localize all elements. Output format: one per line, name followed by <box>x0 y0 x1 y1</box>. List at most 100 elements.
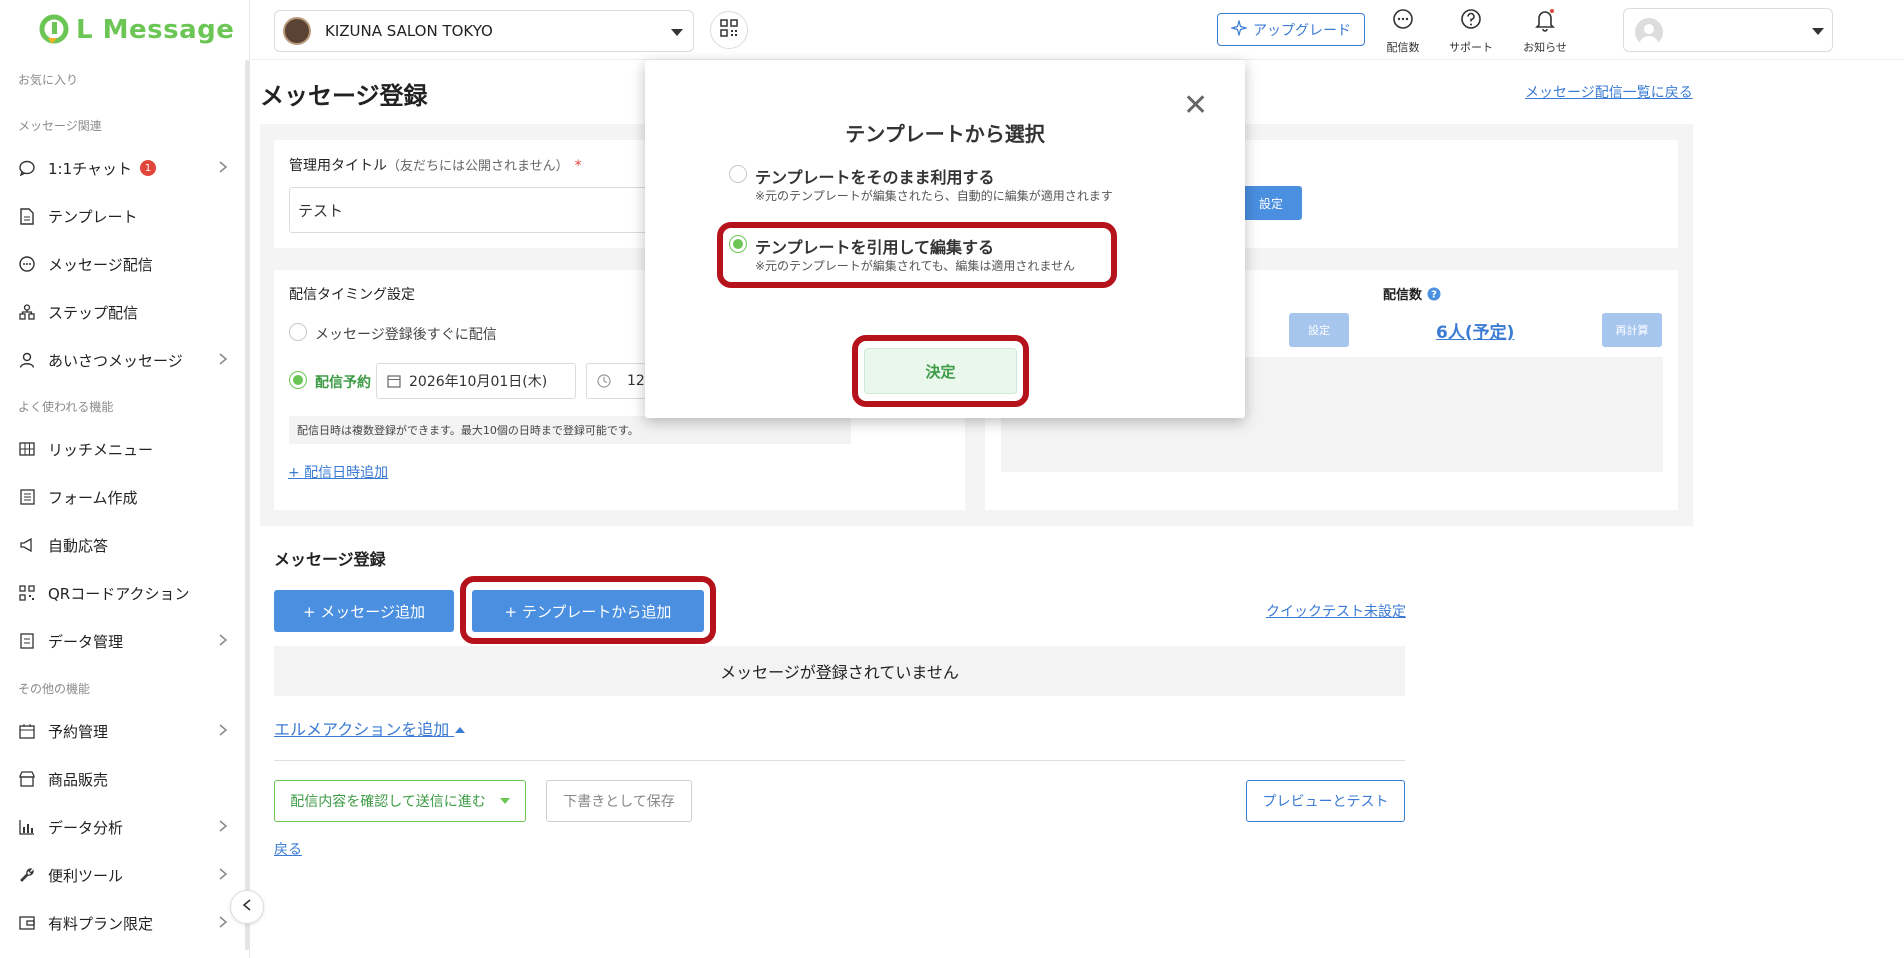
sidebar-item-form[interactable]: フォーム作成 <box>18 482 228 512</box>
sidebar-scrollbar[interactable] <box>245 60 249 950</box>
chat-dots-icon <box>1391 8 1415 39</box>
option-quote-edit-radio[interactable] <box>729 235 747 253</box>
chevron-right-icon <box>218 160 228 178</box>
sidebar-item-paid[interactable]: 有料プラン限定 <box>18 908 228 938</box>
page-title: メッセージ登録 <box>260 82 428 110</box>
modal-title: テンプレートから選択 <box>845 122 1045 146</box>
qr-code-button[interactable] <box>710 11 748 49</box>
add-datetime-link[interactable]: + 配信日時追加 <box>288 462 388 482</box>
sidebar-item-label: 自動応答 <box>48 536 109 555</box>
sidebar-item-sales[interactable]: 商品販売 <box>18 764 228 794</box>
settings-button[interactable]: 設定 <box>1240 186 1302 220</box>
sidebar: L Message お気に入り メッセージ関連 1:1チャット 1 テンプレート… <box>0 0 250 958</box>
date-value: 2026年10月01日(木) <box>409 374 548 390</box>
time-value: 12 <box>627 373 645 389</box>
chevron-right-icon <box>218 633 228 651</box>
sidebar-item-autoreply[interactable]: 自動応答 <box>18 530 228 560</box>
date-input[interactable]: 2026年10月01日(木) <box>376 363 576 399</box>
chevron-right-icon <box>218 723 228 741</box>
chevron-right-icon <box>218 352 228 370</box>
back-to-list-link[interactable]: メッセージ配信一覧に戻る <box>1525 82 1693 102</box>
chat-icon <box>18 159 36 177</box>
recalculate-button[interactable]: 再計算 <box>1602 313 1662 347</box>
option-quote-edit-title[interactable]: テンプレートを引用して編集する <box>755 234 994 258</box>
qr-code-icon <box>720 19 738 41</box>
time-input[interactable]: 12 <box>586 363 646 399</box>
sidebar-item-richmenu[interactable]: リッチメニュー <box>18 434 228 464</box>
upgrade-label: アップグレード <box>1253 22 1351 39</box>
sidebar-item-chat[interactable]: 1:1チャット 1 <box>18 153 228 183</box>
save-draft-button[interactable]: 下書きとして保存 <box>546 780 692 822</box>
quick-test-link[interactable]: クイックテスト未設定 <box>1266 601 1406 621</box>
sidebar-item-qr[interactable]: QRコードアクション <box>18 578 228 608</box>
template-select-modal: テンプレートから選択 ✕ テンプレートをそのまま利用する ※元のテンプレートが編… <box>645 60 1245 418</box>
question-icon <box>1459 8 1483 39</box>
calendar-icon <box>387 374 401 392</box>
preview-test-button[interactable]: プレビューとテスト <box>1246 780 1405 822</box>
timing-note: 配信日時は複数登録ができます。最大10個の日時まで登録可能です。 <box>289 416 851 444</box>
admin-title-label: 管理用タイトル（友だちには公開されません） * <box>289 155 582 175</box>
user-menu[interactable] <box>1623 8 1833 52</box>
sidebar-item-label: あいさつメッセージ <box>48 351 183 370</box>
wrench-icon <box>18 866 36 884</box>
option-use-as-is-title[interactable]: テンプレートをそのまま利用する <box>755 164 995 188</box>
sidebar-item-label: フォーム作成 <box>48 488 138 507</box>
add-message-button[interactable]: + メッセージ追加 <box>274 590 454 632</box>
section-other: その他の機能 <box>18 682 91 696</box>
account-avatar <box>283 17 311 45</box>
sidebar-item-label: 1:1チャット <box>48 159 132 178</box>
sidebar-item-label: メッセージ配信 <box>48 255 153 274</box>
svg-text:?: ? <box>1431 289 1437 300</box>
account-selector[interactable]: KIZUNA SALON TOKYO <box>274 10 694 52</box>
sidebar-item-label: データ分析 <box>48 818 124 837</box>
option-use-as-is-radio[interactable] <box>729 165 747 183</box>
calendar-icon <box>18 722 36 740</box>
upgrade-button[interactable]: アップグレード <box>1217 13 1365 46</box>
support-button[interactable]: サポート <box>1441 8 1501 54</box>
logo-icon <box>38 14 72 46</box>
clock-icon <box>597 374 611 392</box>
sidebar-item-label: ステップ配信 <box>48 303 139 322</box>
sidebar-item-step[interactable]: ステップ配信 <box>18 297 228 327</box>
header-icon-label: サポート <box>1449 41 1493 54</box>
logo-text: L Message <box>76 15 235 45</box>
confirm-button[interactable]: 決定 <box>864 348 1017 394</box>
delivery-count-value[interactable]: 6人(予定) <box>1436 318 1514 343</box>
add-action-link[interactable]: エルメアクションを追加 <box>274 716 466 740</box>
section-favorites: お気に入り <box>18 73 79 87</box>
notification-button[interactable]: お知らせ <box>1515 8 1575 54</box>
bar-chart-icon <box>18 818 36 836</box>
help-icon[interactable]: ? <box>1427 287 1441 305</box>
message-bubble-icon <box>18 255 36 273</box>
back-link[interactable]: 戻る <box>274 839 302 859</box>
form-icon <box>18 488 36 506</box>
logo[interactable]: L Message <box>38 12 234 48</box>
sidebar-item-label: QRコードアクション <box>48 584 190 603</box>
unread-badge: 1 <box>140 160 156 176</box>
chevron-down-icon <box>671 29 683 36</box>
sidebar-item-template[interactable]: テンプレート <box>18 201 228 231</box>
sidebar-item-data[interactable]: データ管理 <box>18 626 228 656</box>
sidebar-item-tools[interactable]: 便利ツール <box>18 860 228 890</box>
close-icon[interactable]: ✕ <box>1183 88 1208 123</box>
delivery-count-button[interactable]: 配信数 <box>1373 8 1433 54</box>
sidebar-item-greeting[interactable]: あいさつメッセージ <box>18 345 228 375</box>
timing-scheduled-radio[interactable] <box>289 371 307 389</box>
sidebar-item-analytics[interactable]: データ分析 <box>18 812 228 842</box>
confirm-send-button[interactable]: 配信内容を確認して送信に進む <box>274 780 526 822</box>
timing-immediate-radio[interactable] <box>289 323 307 341</box>
sidebar-item-label: リッチメニュー <box>48 440 154 459</box>
section-message: メッセージ関連 <box>18 119 102 133</box>
count-label: 配信数 ? <box>1383 284 1441 305</box>
add-action-label: エルメアクションを追加 <box>274 720 450 739</box>
chevron-right-icon <box>218 819 228 837</box>
timing-label: 配信タイミング設定 <box>289 287 415 303</box>
sidebar-item-reservation[interactable]: 予約管理 <box>18 716 228 746</box>
store-icon <box>18 770 36 788</box>
empty-message-notice: メッセージが登録されていません <box>274 646 1405 696</box>
sidebar-collapse-button[interactable] <box>230 890 264 924</box>
option-quote-edit-note: ※元のテンプレートが編集されても、編集は適用されません <box>755 259 1076 273</box>
confirm-send-label: 配信内容を確認して送信に進む <box>290 794 486 810</box>
count-settings-button[interactable]: 設定 <box>1289 313 1349 347</box>
sidebar-item-broadcast[interactable]: メッセージ配信 <box>18 249 228 279</box>
